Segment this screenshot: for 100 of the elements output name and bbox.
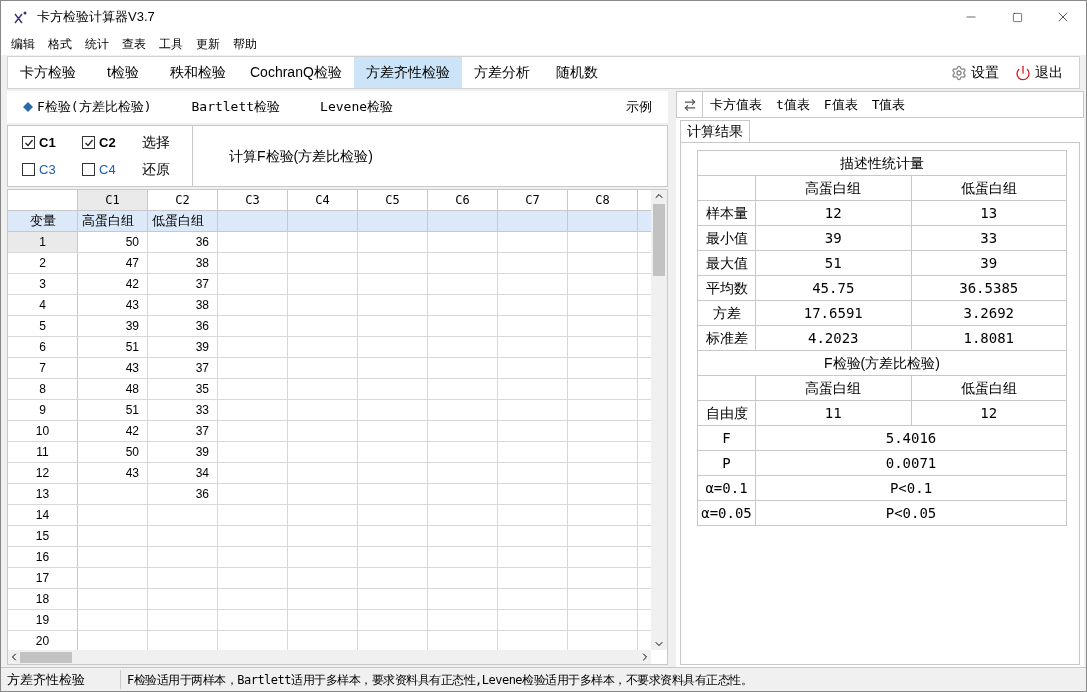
row-header: 2: [8, 253, 78, 273]
table-tab[interactable]: 卡方值表: [703, 94, 769, 115]
table-tab[interactable]: t值表: [769, 94, 817, 115]
subtab[interactable]: F检验(方差比检验): [23, 97, 152, 117]
table-cell: 0.0071: [755, 450, 1067, 476]
app-logo-icon: [13, 9, 29, 25]
table-cell-text: 37: [195, 423, 209, 440]
restore-button[interactable]: 还原: [142, 159, 192, 180]
subtab[interactable]: Levene检验: [320, 97, 394, 117]
table-cell: 3.2692: [911, 300, 1067, 326]
tab[interactable]: 卡方检验: [8, 57, 88, 88]
menu-item[interactable]: 格式: [42, 35, 78, 53]
menu-item[interactable]: 工具: [153, 35, 189, 53]
menu-item[interactable]: 统计: [79, 35, 115, 53]
column-header[interactable]: C4: [288, 190, 358, 210]
row-header: 17: [8, 568, 78, 588]
table-cell-text: 37: [195, 276, 209, 293]
example-link[interactable]: 示例: [626, 97, 652, 117]
table-cell-text: 43: [125, 465, 139, 482]
checkbox[interactable]: [82, 163, 95, 176]
checkbox-label: C1: [39, 133, 56, 152]
status-message: F检验适用于两样本，Bartlett适用于多样本，要求资料具有正态性,Levene检验适用于多样本，不要求资料具有正态性。: [126, 671, 753, 689]
table-cell-text: 39: [195, 339, 209, 356]
table-cell-text: 37: [195, 360, 209, 377]
row-label: 标准差: [697, 325, 756, 351]
scrollbar-thumb[interactable]: [653, 204, 665, 276]
table-cell: 45.75: [755, 275, 911, 301]
row-header: 10: [8, 421, 78, 441]
row-header: 14: [8, 505, 78, 525]
row-label: F: [697, 425, 756, 451]
exit-button[interactable]: 退出: [1015, 62, 1063, 83]
row-header: 7: [8, 358, 78, 378]
maximize-icon: [1011, 11, 1023, 23]
tab[interactable]: 秩和检验: [158, 57, 238, 88]
row-header: 11: [8, 442, 78, 462]
table-cell-text: 42: [125, 276, 139, 293]
column-header: 低蛋白组: [911, 175, 1067, 201]
row-label: 样本量: [697, 200, 756, 226]
column-header[interactable]: C3: [218, 190, 288, 210]
horizontal-scrollbar[interactable]: [8, 650, 651, 664]
menu-item[interactable]: 查表: [116, 35, 152, 53]
tab[interactable]: 方差齐性检验: [353, 57, 462, 88]
row-header: 变量: [8, 211, 78, 231]
column-header[interactable]: C5: [358, 190, 428, 210]
table-cell: 1.8081: [911, 325, 1067, 351]
result-tab[interactable]: 计算结果: [680, 120, 750, 142]
checkbox[interactable]: [22, 136, 35, 149]
row-label: 平均数: [697, 275, 756, 301]
table-tab[interactable]: T值表: [864, 94, 913, 115]
checkbox[interactable]: [82, 136, 95, 149]
column-header[interactable]: C1: [78, 190, 148, 210]
select-button[interactable]: 选择: [142, 132, 192, 153]
tab[interactable]: CochranQ检验: [238, 57, 354, 88]
column-header[interactable]: C6: [428, 190, 498, 210]
table-cell: 13: [911, 200, 1067, 226]
row-label: 自由度: [697, 400, 756, 426]
table-cell: 5.4016: [755, 425, 1067, 451]
column-header[interactable]: C2: [148, 190, 218, 210]
variable-name: 低蛋白组: [152, 212, 204, 231]
column-header: 低蛋白组: [911, 375, 1067, 401]
table-cell-text: 38: [195, 255, 209, 272]
row-header: 5: [8, 316, 78, 336]
menu-item[interactable]: 编辑: [5, 35, 41, 53]
row-header: 3: [8, 274, 78, 294]
window-title: 卡方检验计算器V3.7: [37, 8, 155, 27]
column-header[interactable]: C7: [498, 190, 568, 210]
scrollbar-thumb[interactable]: [20, 651, 72, 663]
row-header: 12: [8, 463, 78, 483]
tab[interactable]: 随机数: [541, 57, 612, 88]
table-cell-text: 42: [125, 423, 139, 440]
menu-item[interactable]: 帮助: [227, 35, 263, 53]
compute-button[interactable]: 计算F检验(方差比检验): [229, 145, 373, 167]
status-section: 方差齐性检验: [1, 669, 121, 690]
checkbox[interactable]: [22, 163, 35, 176]
table-cell: 39: [755, 225, 911, 251]
table-cell: 11: [755, 400, 911, 426]
tab[interactable]: t检验: [88, 57, 158, 88]
tab[interactable]: 方差分析: [461, 57, 542, 88]
table-cell-text: 51: [125, 402, 139, 419]
table-cell: 12: [911, 400, 1067, 426]
row-label: P: [697, 450, 756, 476]
row-header: 13: [8, 484, 78, 504]
table-cell-text: 33: [195, 402, 209, 419]
checkbox-label: C4: [99, 160, 116, 179]
table-cell: 4.2023: [755, 325, 911, 351]
diamond-icon: [23, 102, 33, 112]
table-tab[interactable]: F值表: [816, 94, 865, 115]
table-cell-text: 39: [195, 444, 209, 461]
vertical-scrollbar[interactable]: [651, 190, 667, 650]
settings-button[interactable]: 设置: [951, 62, 999, 83]
power-icon: [1015, 64, 1031, 81]
row-header: 18: [8, 589, 78, 609]
subtab[interactable]: Bartlett检验: [191, 97, 281, 117]
table-cell-text: 43: [125, 360, 139, 377]
table-cell-text: 36: [195, 486, 209, 503]
table-cell-text: 48: [125, 381, 139, 398]
row-label: 最小值: [697, 225, 756, 251]
column-header[interactable]: C8: [568, 190, 638, 210]
menu-item[interactable]: 更新: [190, 35, 226, 53]
table-title: F检验(方差比检验): [697, 350, 1067, 376]
